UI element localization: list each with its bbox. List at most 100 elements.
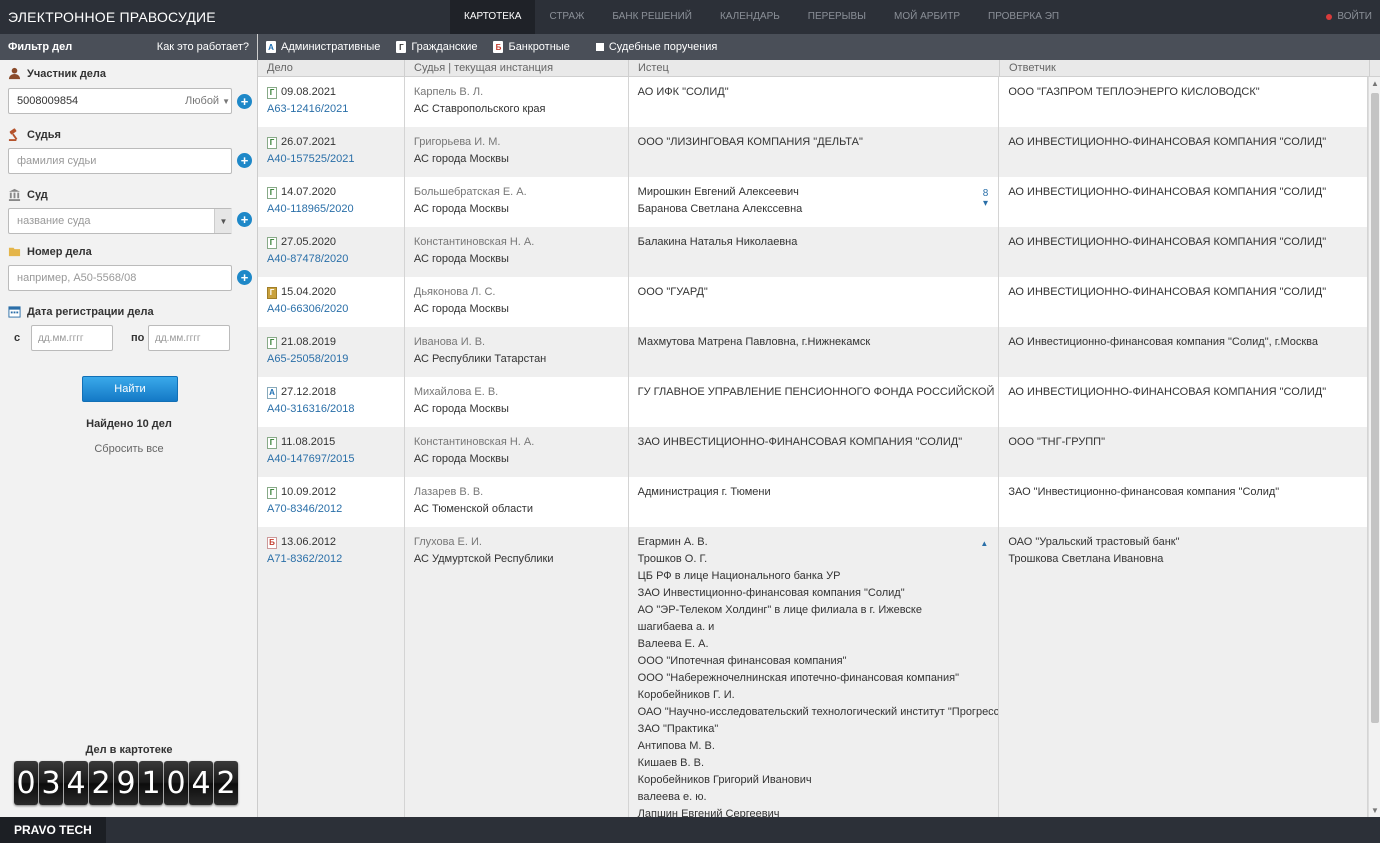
defendant-name: ЗАО "Инвестиционно-финансовая компания "… — [1008, 486, 1280, 498]
scrollbar-thumb[interactable] — [1371, 93, 1379, 723]
defendant-cell: ЗАО "Инвестиционно-финансовая компания "… — [999, 477, 1368, 527]
defendant-cell: АО ИНВЕСТИЦИОННО-ФИНАНСОВАЯ КОМПАНИЯ "СО… — [999, 277, 1368, 327]
case-number-input[interactable] — [8, 265, 232, 291]
category-administrative[interactable]: А Административные — [266, 41, 380, 53]
table-row[interactable]: Г 21.08.2019 А65-25058/2019 Иванова И. В. АС… — [258, 327, 1368, 377]
collapse-icon[interactable]: ▲ — [980, 535, 988, 552]
case-date-line: Г 14.07.2020 — [267, 184, 404, 201]
more-plaintiffs-toggle[interactable]: 8 ▾ — [983, 189, 989, 209]
table-row[interactable]: Г 10.09.2012 А70-8346/2012 Лазарев В. В. АС … — [258, 477, 1368, 527]
counter-digit: 4 — [189, 761, 213, 805]
scroll-up-icon[interactable]: ▲ — [1371, 79, 1379, 88]
table-row[interactable]: Г 14.07.2020 А40-118965/2020 Большебратская… — [258, 177, 1368, 227]
case-number-link[interactable]: А40-118965/2020 — [267, 201, 404, 218]
column-header-case[interactable]: Дело — [258, 60, 405, 77]
add-participant-button[interactable]: + — [237, 94, 252, 109]
reset-all-link[interactable]: Сбросить все — [0, 443, 258, 455]
case-number-link[interactable]: А40-316316/2018 — [267, 401, 404, 418]
table-row[interactable]: Г 26.07.2021 А40-157525/2021 Григорьева И. … — [258, 127, 1368, 177]
plaintiff-cell: Балакина Наталья Николаевна — [629, 227, 1000, 277]
case-type-icon: Б — [267, 536, 277, 549]
chevron-down-icon: ▼ — [219, 216, 228, 226]
case-number-link[interactable]: А65-25058/2019 — [267, 351, 404, 368]
case-date: 13.06.2012 — [281, 536, 337, 548]
case-cell: Г 21.08.2019 А65-25058/2019 — [258, 327, 405, 377]
case-number-link[interactable]: А40-157525/2021 — [267, 151, 404, 168]
calendar-icon — [8, 306, 21, 318]
judge-name: Карпель В. Л. — [413, 86, 484, 98]
participant-label-text: Участник дела — [27, 67, 107, 80]
table-row[interactable]: Б 13.06.2012 А71-8362/2012 Глухова Е. И. АС … — [258, 527, 1368, 817]
table-row[interactable]: Г 27.05.2020 А40-87478/2020 Константиновска… — [258, 227, 1368, 277]
case-type-icon: Г — [267, 286, 277, 299]
add-case-number-button[interactable]: + — [237, 270, 252, 285]
case-cell: Г 14.07.2020 А40-118965/2020 — [258, 177, 405, 227]
add-judge-button[interactable]: + — [237, 153, 252, 168]
scroll-down-icon[interactable]: ▼ — [1371, 806, 1379, 815]
date-from-input[interactable] — [31, 325, 113, 351]
table-row[interactable]: Г 15.04.2020 А40-66306/2020 Дьяконова Л. С.… — [258, 277, 1368, 327]
pravo-tech-logo[interactable]: PRAVO TECH — [0, 817, 106, 843]
court-dropdown-button[interactable]: ▼ — [214, 209, 232, 233]
date-label-text: Дата регистрации дела — [27, 305, 154, 318]
judge-input[interactable] — [8, 148, 232, 174]
find-button[interactable]: Найти — [82, 376, 178, 402]
top-nav: КАРТОТЕКА СТРАЖ БАНК РЕШЕНИЙ КАЛЕНДАРЬ ПЕРЕР… — [450, 0, 1073, 34]
counter-digit: 3 — [39, 761, 63, 805]
table-row[interactable]: Г 11.08.2015 А40-147697/2015 Константиновск… — [258, 427, 1368, 477]
case-number-link[interactable]: А70-8346/2012 — [267, 501, 404, 518]
case-number-link[interactable]: А40-66306/2020 — [267, 301, 404, 318]
nav-item[interactable]: ПРОВЕРКА ЭП — [974, 0, 1073, 34]
case-number-link[interactable]: А40-147697/2015 — [267, 451, 404, 468]
judge-label-text: Судья — [27, 128, 61, 141]
plaintiff-name: ООО "ГУАРД" — [637, 286, 708, 298]
court-name: АС Тюменской области — [413, 503, 533, 515]
column-header-defendant[interactable]: Ответчик — [1000, 60, 1370, 77]
date-to-input[interactable] — [148, 325, 230, 351]
participant-role-select[interactable]: Любой ▼ — [180, 90, 230, 112]
nav-item[interactable]: ПЕРЕРЫВЫ — [794, 0, 880, 34]
counter-digit: 9 — [114, 761, 138, 805]
case-date-line: Г 11.08.2015 — [267, 434, 404, 451]
filter-title: Фильтр дел — [8, 41, 73, 53]
date-to-label: по — [131, 332, 145, 344]
counter-title: Дел в картотеке — [85, 744, 173, 756]
court-name: АС города Москвы — [413, 403, 509, 415]
nav-item[interactable]: КАЛЕНДАРЬ — [706, 0, 794, 34]
site-title[interactable]: ЭЛЕКТРОННОЕ ПРАВОСУДИЕ — [8, 9, 216, 25]
table-scrollbar[interactable]: ▲ ▼ — [1368, 77, 1380, 817]
court-input[interactable] — [8, 208, 232, 234]
nav-item[interactable]: СТРАЖ — [535, 0, 598, 34]
plaintiff-name: АО "ЭР-Телеком Холдинг" в лице филиала в… — [637, 604, 922, 616]
category-administrative-label: Административные — [281, 41, 381, 53]
judge-cell: Дьяконова Л. С. АС города Москвы — [405, 277, 629, 327]
add-court-button[interactable]: + — [237, 212, 252, 227]
nav-item[interactable]: КАРТОТЕКА — [450, 0, 536, 34]
category-civil-label: Гражданские — [411, 41, 478, 53]
defendant-name: АО ИНВЕСТИЦИОННО-ФИНАНСОВАЯ КОМПАНИЯ "СО… — [1008, 286, 1327, 298]
case-date: 10.09.2012 — [281, 486, 337, 498]
case-date: 26.07.2021 — [281, 136, 337, 148]
gavel-icon — [8, 128, 18, 141]
plaintiff-cell: ООО "ГУАРД" — [629, 277, 1000, 327]
case-number-link[interactable]: А71-8362/2012 — [267, 551, 404, 568]
table-row[interactable]: А 27.12.2018 А40-316316/2018 Михайлова Е. В… — [258, 377, 1368, 427]
column-header-judge[interactable]: Судья | текущая инстанция — [405, 60, 629, 77]
counter-digit: 2 — [214, 761, 238, 805]
login-label: ВОЙТИ — [1337, 11, 1372, 22]
nav-item[interactable]: МОЙ АРБИТР — [880, 0, 974, 34]
case-number-link[interactable]: А63-12416/2021 — [267, 101, 404, 118]
plaintiff-name: Валеева Е. А. — [637, 638, 709, 650]
table-row[interactable]: Г 09.08.2021 А63-12416/2021 Карпель В. Л. АС… — [258, 77, 1368, 127]
login-link[interactable]: ВОЙТИ — [1326, 11, 1372, 22]
case-number-link[interactable]: А40-87478/2020 — [267, 251, 404, 268]
plaintiff-name: ГУ ГЛАВНОЕ УПРАВЛЕНИЕ ПЕНСИОННОГО ФОНДА … — [637, 386, 1000, 398]
category-court-orders[interactable]: Судебные поручения — [586, 41, 717, 53]
category-civil[interactable]: Г Гражданские — [396, 41, 477, 53]
cases-table: Г 09.08.2021 А63-12416/2021 Карпель В. Л. АС… — [258, 77, 1368, 817]
nav-item[interactable]: БАНК РЕШЕНИЙ — [598, 0, 706, 34]
how-it-works-link[interactable]: Как это работает? — [157, 41, 249, 53]
column-header-plaintiff[interactable]: Истец — [629, 60, 1000, 77]
category-bankruptcy[interactable]: Б Банкротные — [493, 41, 570, 53]
court-name: АС города Москвы — [413, 203, 509, 215]
